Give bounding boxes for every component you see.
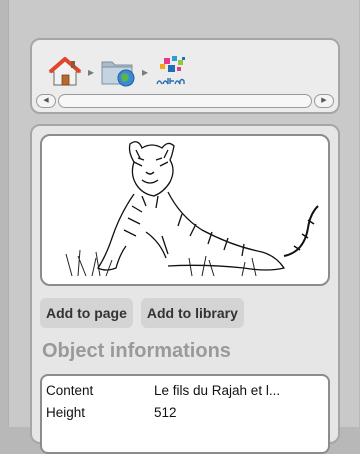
datafolder-logo-icon[interactable] [154,54,190,90]
table-row[interactable]: Height 512 [42,401,328,423]
scroll-right-button[interactable]: ▶ [314,94,334,108]
section-title: Object informations [42,340,231,362]
breadcrumb-separator: ▸ [142,65,149,79]
breadcrumb: ▸ ▸ [48,50,190,94]
info-value: Le fils du Rajah et l... [154,382,281,398]
horizontal-scrollbar[interactable]: ◀ ▶ [36,94,334,108]
info-key: Content [46,382,94,398]
add-to-page-button[interactable]: Add to page [40,298,133,328]
add-to-library-button[interactable]: Add to library [140,298,244,328]
info-key: Height [46,404,86,420]
breadcrumb-separator: ▸ [88,65,95,79]
object-detail-panel: Add to page Add to library Object inform… [30,124,340,454]
info-table: Content Le fils du Rajah et l... Height … [40,374,330,454]
object-preview [40,134,330,286]
tiger-image [65,141,319,277]
table-row[interactable]: Content Le fils du Rajah et l... [42,379,328,401]
home-icon[interactable] [48,56,82,88]
action-buttons: Add to page Add to library [40,298,244,328]
breadcrumb-panel: ▸ ▸ ◀ ▶ [30,38,340,114]
network-folder-icon[interactable] [100,56,136,88]
scroll-track[interactable] [58,94,312,108]
scroll-left-button[interactable]: ◀ [36,94,56,108]
info-value: 512 [154,404,177,420]
